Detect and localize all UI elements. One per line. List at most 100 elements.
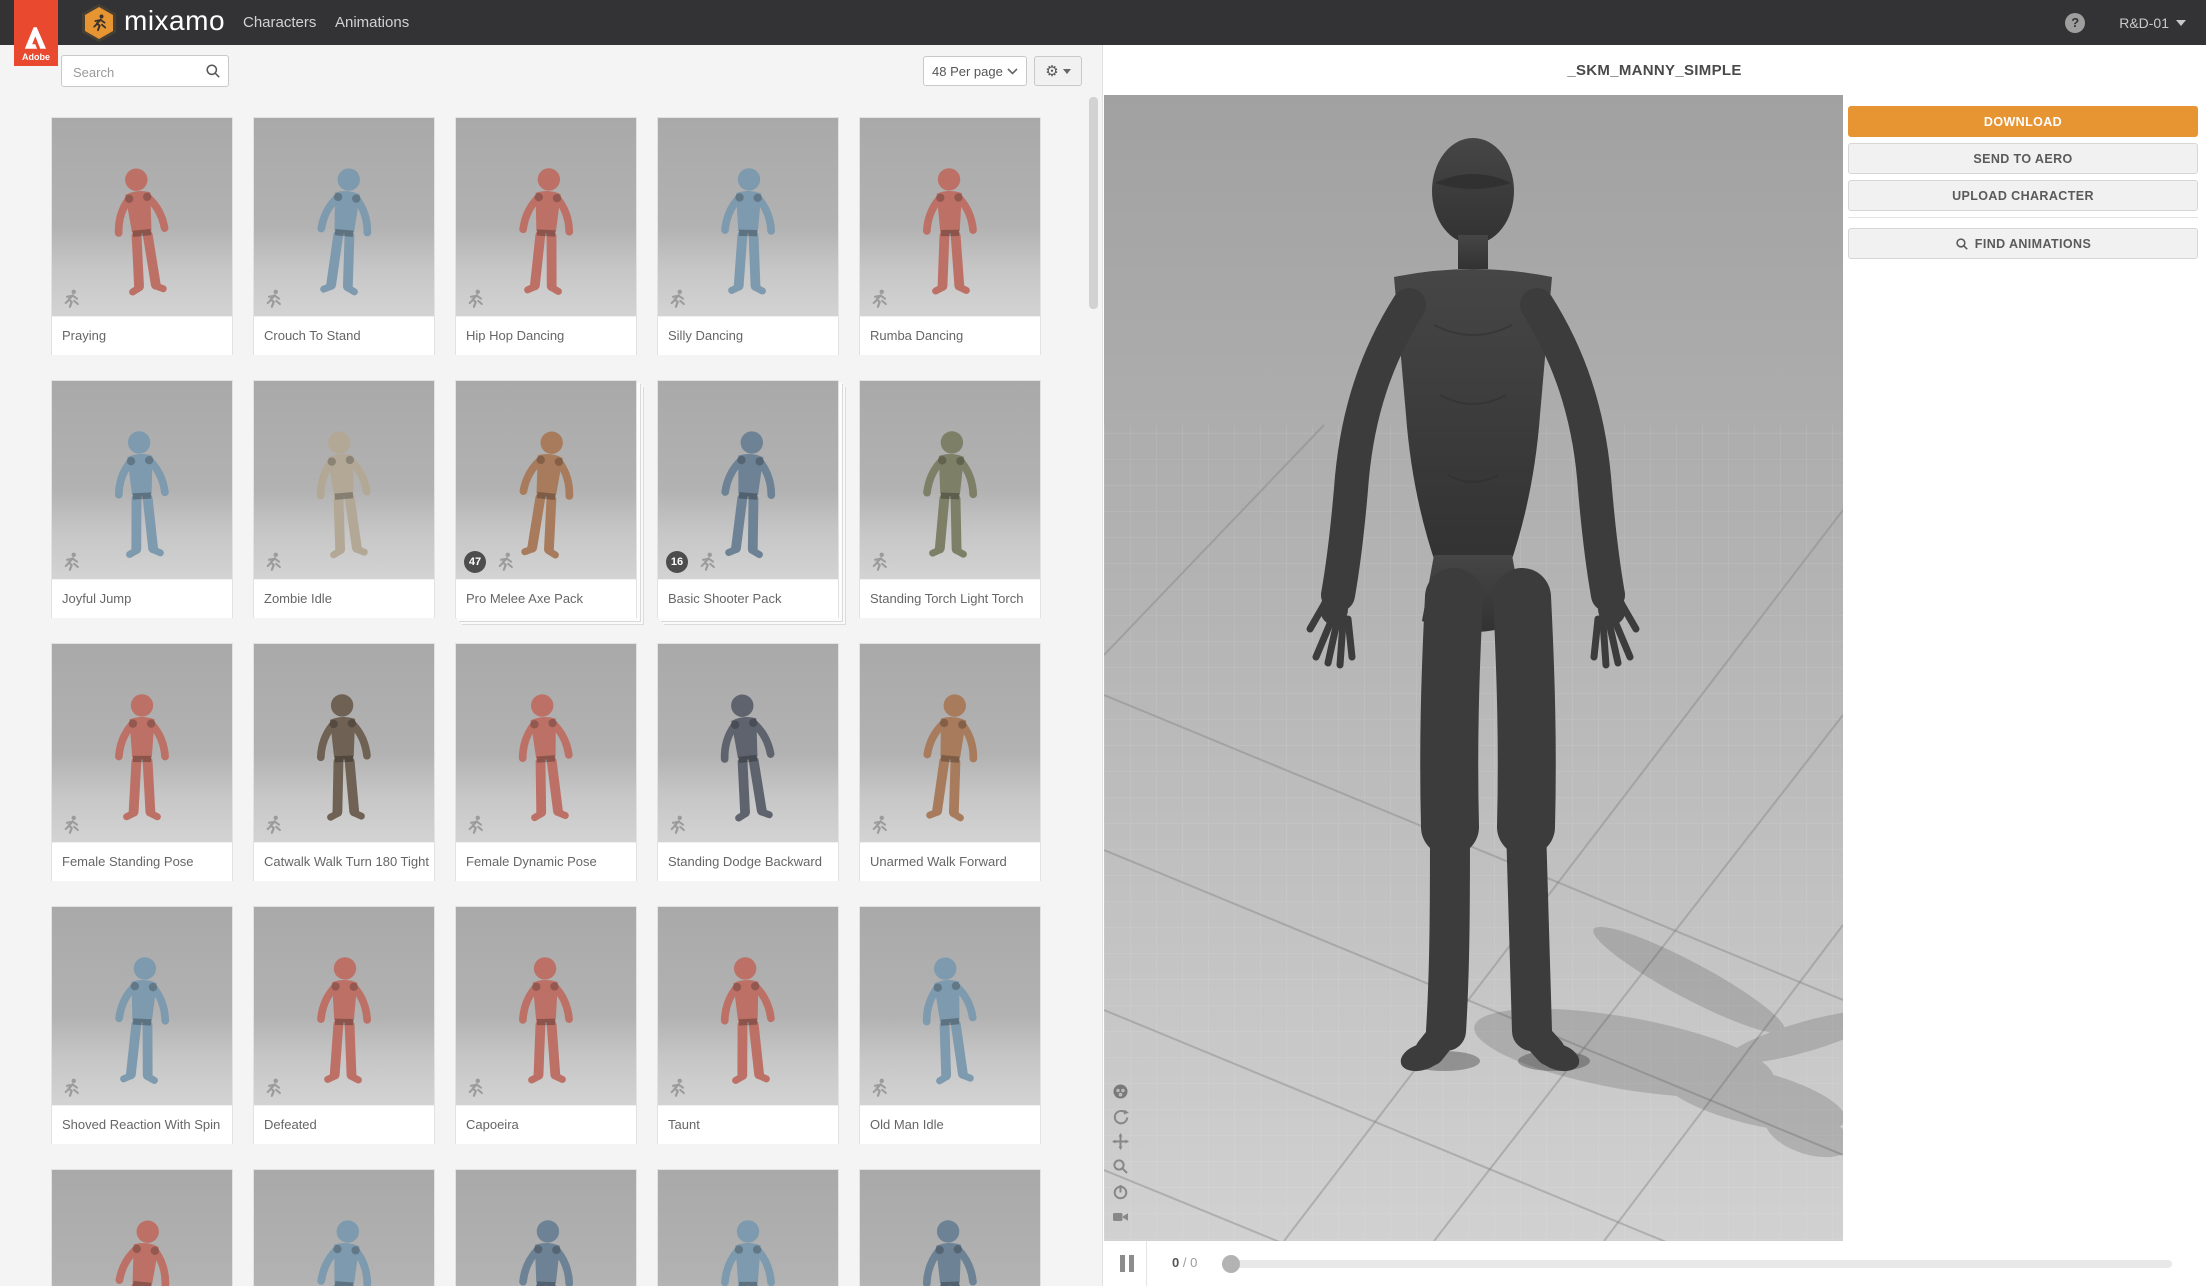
character-figure (503, 952, 589, 1093)
character-figure (902, 687, 998, 834)
settings-dropdown-button[interactable]: ⚙ (1034, 56, 1082, 86)
frame-separator: / (1183, 1255, 1187, 1270)
animation-card[interactable]: Old Man Idle (859, 906, 1041, 1144)
animation-card[interactable] (859, 1169, 1041, 1286)
animation-card-label: Female Dynamic Pose (456, 842, 636, 881)
animation-runner-icon (868, 551, 890, 573)
per-page-select[interactable]: 48 Per page (923, 56, 1027, 86)
animation-runner-icon (464, 814, 486, 836)
animation-card[interactable]: Taunt (657, 906, 839, 1144)
animation-card[interactable]: Standing Dodge Backward (657, 643, 839, 881)
character-figure (96, 425, 187, 569)
pause-button[interactable] (1120, 1255, 1140, 1272)
animation-card-label: Standing Torch Light Torch (860, 579, 1040, 618)
animation-card-label: Praying (52, 316, 232, 355)
animation-thumbnail: 16 (658, 381, 838, 579)
animation-runner-icon (464, 1077, 486, 1099)
character-head-icon[interactable] (1112, 1083, 1129, 1100)
animation-runner-icon (666, 288, 688, 310)
animation-card[interactable]: Catwalk Walk Turn 180 Tight (253, 643, 435, 881)
animation-card[interactable]: Female Dynamic Pose (455, 643, 637, 881)
timeline-slider-handle[interactable] (1222, 1255, 1240, 1273)
pan-camera-icon[interactable] (1112, 1133, 1129, 1150)
per-page-value: 48 Per page (932, 64, 1003, 79)
animation-thumbnail (52, 381, 232, 579)
character-figure (706, 1216, 790, 1286)
animation-card[interactable]: Silly Dancing (657, 117, 839, 355)
nav-link-animations[interactable]: Animations (335, 14, 409, 31)
animation-card-label: Standing Dodge Backward (658, 842, 838, 881)
animation-thumbnail (254, 644, 434, 842)
frame-current: 0 (1172, 1255, 1179, 1270)
animation-card[interactable]: 47 Pro Melee Axe Pack (455, 380, 637, 618)
viewer-canvas[interactable] (1104, 95, 1843, 1241)
animation-thumbnail (456, 644, 636, 842)
animation-card[interactable]: Zombie Idle (253, 380, 435, 618)
upload-character-button[interactable]: UPLOAD CHARACTER (1848, 180, 2198, 211)
find-animations-button[interactable]: FIND ANIMATIONS (1848, 228, 2198, 259)
chevron-down-icon (2176, 20, 2186, 26)
download-button[interactable]: DOWNLOAD (1848, 106, 2198, 137)
animation-card-label: Joyful Jump (52, 579, 232, 618)
animation-card[interactable]: Standing Torch Light Torch (859, 380, 1041, 618)
animation-runner-icon (262, 1077, 284, 1099)
animation-card[interactable]: Capoeira (455, 906, 637, 1144)
animation-card-label: Taunt (658, 1105, 838, 1144)
send-to-aero-button[interactable]: SEND TO AERO (1848, 143, 2198, 174)
frame-total: 0 (1190, 1255, 1197, 1270)
mixamo-logo-icon[interactable] (82, 4, 116, 42)
animation-thumbnail (658, 644, 838, 842)
animation-card-label: Basic Shooter Pack (658, 579, 838, 618)
animation-card[interactable]: Hip Hop Dancing (455, 117, 637, 355)
adobe-label: Adobe (22, 52, 50, 62)
rotate-camera-icon[interactable] (1112, 1108, 1129, 1125)
animation-card[interactable]: Crouch To Stand (253, 117, 435, 355)
animation-card[interactable]: Joyful Jump (51, 380, 233, 618)
animation-thumbnail (658, 1170, 838, 1286)
animation-card-label: Pro Melee Axe Pack (456, 579, 636, 618)
brand-wordmark[interactable]: mixamo (124, 5, 225, 37)
animation-card[interactable]: 16 Basic Shooter Pack (657, 380, 839, 618)
character-figure (500, 162, 591, 306)
adobe-logo[interactable]: Adobe (14, 0, 58, 66)
chevron-down-icon (1007, 68, 1018, 75)
timeline-slider[interactable] (1222, 1260, 2172, 1268)
animation-card[interactable]: Unarmed Walk Forward (859, 643, 1041, 881)
search-icon[interactable] (205, 63, 221, 79)
help-icon[interactable]: ? (2065, 13, 2085, 33)
video-camera-icon[interactable] (1112, 1208, 1129, 1225)
viewer-3d[interactable] (1104, 95, 1843, 1241)
character-name: _SKM_MANNY_SIMPLE (1567, 62, 1741, 79)
animation-card[interactable]: Defeated (253, 906, 435, 1144)
animation-card[interactable]: Praying (51, 117, 233, 355)
account-menu[interactable]: R&D-01 (2119, 15, 2186, 31)
animation-runner-icon (262, 288, 284, 310)
animation-card-label: Silly Dancing (658, 316, 838, 355)
animation-card-label: Hip Hop Dancing (456, 316, 636, 355)
search-input[interactable] (71, 56, 200, 88)
animation-card-label: Defeated (254, 1105, 434, 1144)
reset-camera-icon[interactable] (1112, 1183, 1129, 1200)
character-figure (301, 952, 387, 1093)
animation-thumbnail (658, 907, 838, 1105)
character-figure (300, 689, 389, 832)
animation-card[interactable]: Female Standing Pose (51, 643, 233, 881)
panel-scrollbar-thumb[interactable] (1089, 97, 1098, 309)
animation-runner-icon (464, 288, 486, 310)
animation-card[interactable] (51, 1169, 233, 1286)
animation-thumbnail (860, 1170, 1040, 1286)
animation-thumbnail (456, 907, 636, 1105)
character-figure (93, 1212, 191, 1286)
animation-card-label: Capoeira (456, 1105, 636, 1144)
animation-card[interactable] (253, 1169, 435, 1286)
zoom-camera-icon[interactable] (1112, 1158, 1129, 1175)
animation-card[interactable]: Shoved Reaction With Spin (51, 906, 233, 1144)
animation-card[interactable] (455, 1169, 637, 1286)
nav-link-characters[interactable]: Characters (243, 14, 316, 31)
animation-thumbnail: 47 (456, 381, 636, 579)
animation-runner-icon (868, 1077, 890, 1099)
animation-card[interactable]: Rumba Dancing (859, 117, 1041, 355)
animation-card[interactable] (657, 1169, 839, 1286)
viewer-camera-tools (1112, 1083, 1129, 1225)
animation-runner-icon (494, 551, 516, 573)
